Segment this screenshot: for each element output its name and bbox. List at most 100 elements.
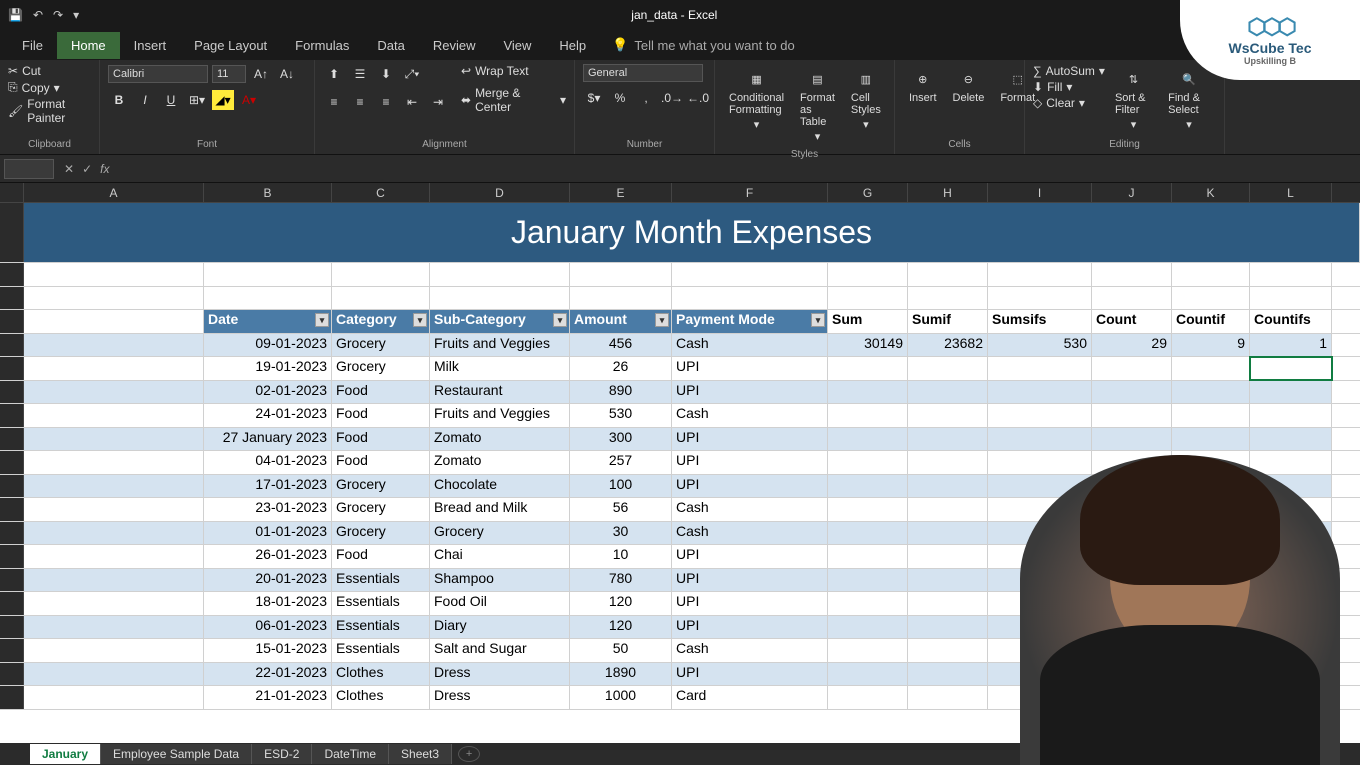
payment-cell[interactable]: UPI: [672, 616, 828, 639]
subcategory-cell[interactable]: Zomato: [430, 428, 570, 451]
date-cell[interactable]: 24-01-2023: [204, 404, 332, 427]
amount-cell[interactable]: 10: [570, 545, 672, 568]
category-cell[interactable]: Grocery: [332, 522, 430, 545]
category-cell[interactable]: Food: [332, 451, 430, 474]
subcategory-cell[interactable]: Food Oil: [430, 592, 570, 615]
filter-icon[interactable]: ▾: [553, 313, 567, 327]
amount-cell[interactable]: 50: [570, 639, 672, 662]
subcategory-cell[interactable]: Diary: [430, 616, 570, 639]
subcategory-cell[interactable]: Milk: [430, 357, 570, 380]
payment-cell[interactable]: Cash: [672, 404, 828, 427]
selected-cell[interactable]: [1250, 357, 1332, 380]
date-cell[interactable]: 17-01-2023: [204, 475, 332, 498]
category-cell[interactable]: Grocery: [332, 498, 430, 521]
countifs-value[interactable]: 1: [1250, 334, 1332, 357]
sort-filter-button[interactable]: ⇅Sort & Filter ▾: [1109, 64, 1158, 135]
comma-icon[interactable]: ,: [635, 88, 657, 108]
increase-decimal-icon[interactable]: .0→: [661, 88, 683, 108]
subcategory-cell[interactable]: Chocolate: [430, 475, 570, 498]
payment-cell[interactable]: UPI: [672, 428, 828, 451]
cell-styles-button[interactable]: ▥Cell Styles ▾: [845, 64, 887, 135]
filter-icon[interactable]: ▾: [315, 313, 329, 327]
undo-icon[interactable]: ↶: [33, 8, 43, 22]
summary-label-countif[interactable]: Countif: [1172, 310, 1250, 333]
amount-cell[interactable]: 890: [570, 381, 672, 404]
col-header-L[interactable]: L: [1250, 183, 1332, 202]
align-top-icon[interactable]: ⬆: [323, 64, 345, 84]
row-header[interactable]: [0, 310, 24, 333]
col-header-E[interactable]: E: [570, 183, 672, 202]
date-cell[interactable]: 22-01-2023: [204, 663, 332, 686]
payment-cell[interactable]: UPI: [672, 592, 828, 615]
col-header-F[interactable]: F: [672, 183, 828, 202]
format-painter-button[interactable]: 🖌Format Painter: [8, 97, 91, 125]
italic-button[interactable]: I: [134, 90, 156, 110]
row-header[interactable]: [0, 381, 24, 404]
count-value[interactable]: 29: [1092, 334, 1172, 357]
tab-home[interactable]: Home: [57, 32, 120, 59]
payment-cell[interactable]: UPI: [672, 475, 828, 498]
copy-button[interactable]: ⎘Copy ▾: [8, 80, 91, 95]
sheet-tab-sheet3[interactable]: Sheet3: [389, 744, 452, 764]
date-cell[interactable]: 15-01-2023: [204, 639, 332, 662]
category-cell[interactable]: Essentials: [332, 569, 430, 592]
table-header-payment[interactable]: Payment Mode▾: [672, 310, 828, 333]
payment-cell[interactable]: Cash: [672, 498, 828, 521]
increase-font-icon[interactable]: A↑: [250, 64, 272, 84]
row-header[interactable]: [0, 498, 24, 521]
percent-icon[interactable]: %: [609, 88, 631, 108]
date-cell[interactable]: 02-01-2023: [204, 381, 332, 404]
sheet-tab-datetime[interactable]: DateTime: [312, 744, 389, 764]
category-cell[interactable]: Grocery: [332, 357, 430, 380]
add-sheet-button[interactable]: +: [458, 746, 480, 762]
font-color-button[interactable]: A▾: [238, 90, 260, 110]
category-cell[interactable]: Food: [332, 428, 430, 451]
amount-cell[interactable]: 456: [570, 334, 672, 357]
tab-view[interactable]: View: [489, 32, 545, 59]
date-cell[interactable]: 09-01-2023: [204, 334, 332, 357]
date-cell[interactable]: 04-01-2023: [204, 451, 332, 474]
date-cell[interactable]: 26-01-2023: [204, 545, 332, 568]
row-header[interactable]: [0, 404, 24, 427]
summary-label-countifs[interactable]: Countifs: [1250, 310, 1332, 333]
payment-cell[interactable]: UPI: [672, 545, 828, 568]
decrease-font-icon[interactable]: A↓: [276, 64, 298, 84]
amount-cell[interactable]: 780: [570, 569, 672, 592]
amount-cell[interactable]: 1000: [570, 686, 672, 709]
date-cell[interactable]: 27 January 2023: [204, 428, 332, 451]
select-all-corner[interactable]: [0, 183, 24, 202]
payment-cell[interactable]: Cash: [672, 522, 828, 545]
conditional-formatting-button[interactable]: ▦Conditional Formatting ▾: [723, 64, 790, 135]
decrease-decimal-icon[interactable]: ←.0: [687, 88, 709, 108]
align-middle-icon[interactable]: ☰: [349, 64, 371, 84]
date-cell[interactable]: 19-01-2023: [204, 357, 332, 380]
format-as-table-button[interactable]: ▤Format as Table ▾: [794, 64, 841, 147]
payment-cell[interactable]: UPI: [672, 357, 828, 380]
row-header[interactable]: [0, 686, 24, 709]
table-header-date[interactable]: Date▾: [204, 310, 332, 333]
currency-icon[interactable]: $▾: [583, 88, 605, 108]
table-header-subcategory[interactable]: Sub-Category▾: [430, 310, 570, 333]
sheet-title[interactable]: January Month Expenses: [24, 203, 1360, 262]
row-header[interactable]: [0, 287, 24, 310]
category-cell[interactable]: Clothes: [332, 686, 430, 709]
category-cell[interactable]: Essentials: [332, 616, 430, 639]
col-header-K[interactable]: K: [1172, 183, 1250, 202]
payment-cell[interactable]: Card: [672, 686, 828, 709]
wrap-text-button[interactable]: ↩Wrap Text: [461, 64, 566, 78]
col-header-I[interactable]: I: [988, 183, 1092, 202]
category-cell[interactable]: Grocery: [332, 475, 430, 498]
row-header[interactable]: [0, 263, 24, 286]
align-left-icon[interactable]: ≡: [323, 92, 345, 112]
tab-insert[interactable]: Insert: [120, 32, 181, 59]
filter-icon[interactable]: ▾: [811, 313, 825, 327]
find-select-button[interactable]: 🔍Find & Select ▾: [1162, 64, 1216, 135]
payment-cell[interactable]: UPI: [672, 381, 828, 404]
sheet-tab-esd2[interactable]: ESD-2: [252, 744, 312, 764]
amount-cell[interactable]: 300: [570, 428, 672, 451]
amount-cell[interactable]: 30: [570, 522, 672, 545]
amount-cell[interactable]: 257: [570, 451, 672, 474]
date-cell[interactable]: 23-01-2023: [204, 498, 332, 521]
font-size-select[interactable]: [212, 65, 246, 83]
bold-button[interactable]: B: [108, 90, 130, 110]
